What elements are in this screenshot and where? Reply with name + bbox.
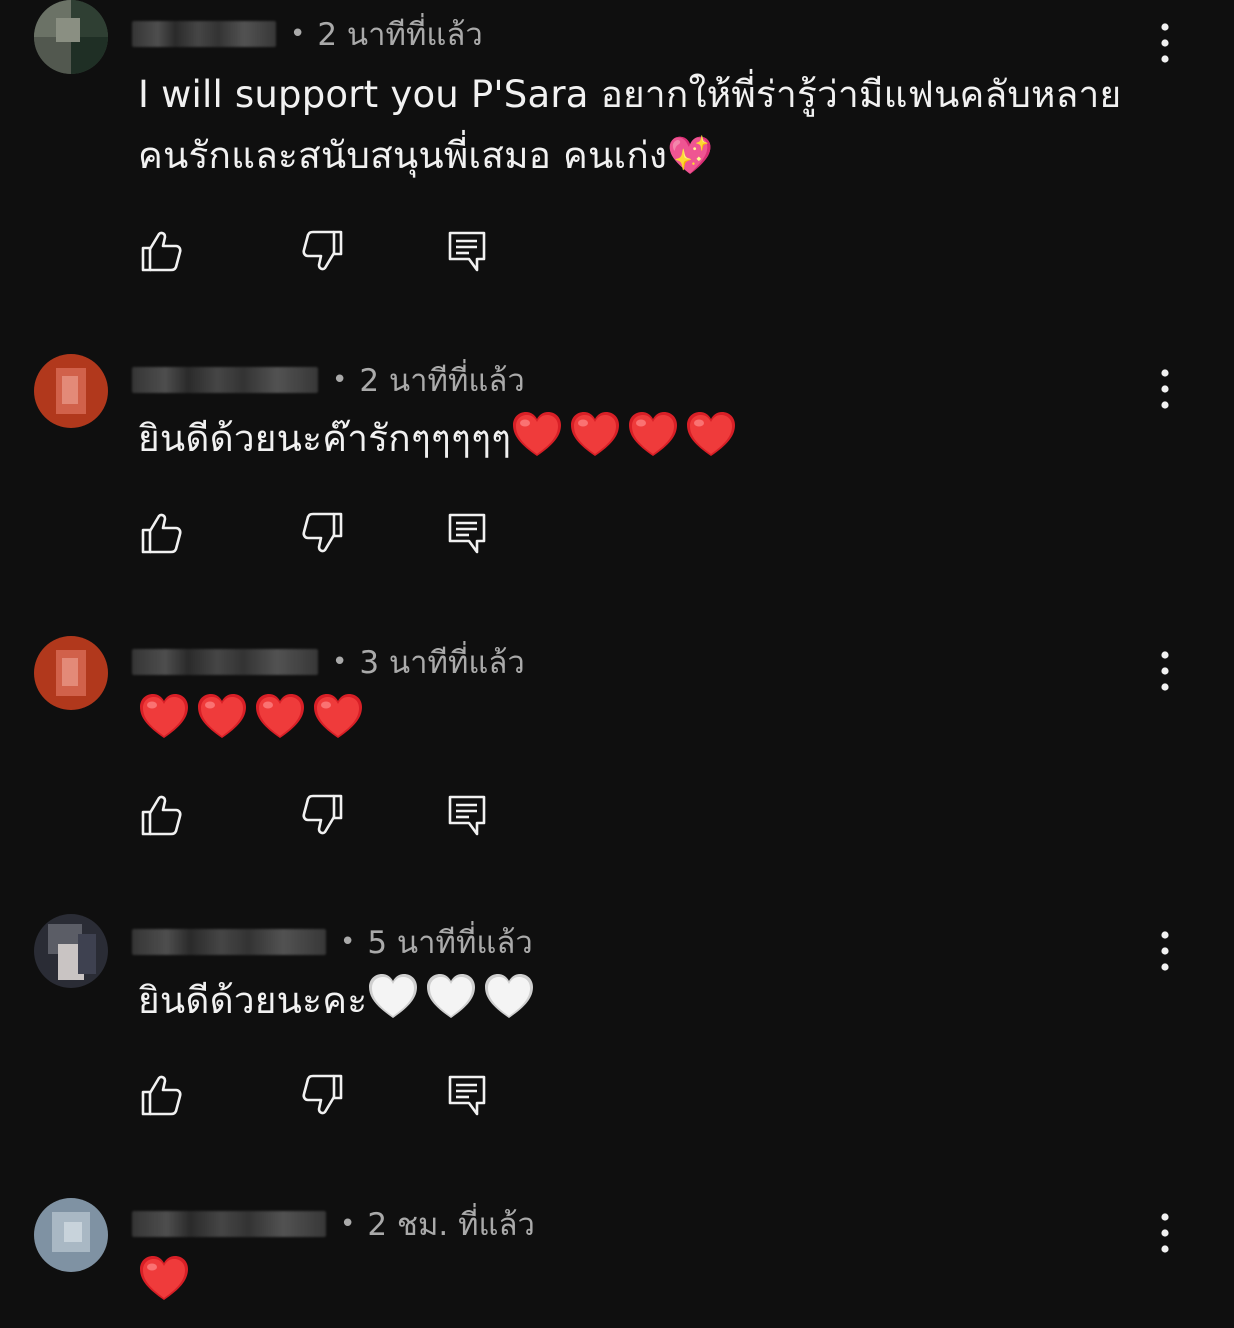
separator-dot: • xyxy=(332,365,348,395)
avatar[interactable] xyxy=(34,354,108,428)
comment-actions xyxy=(0,1072,600,1122)
avatar[interactable] xyxy=(34,636,108,710)
separator-dot: • xyxy=(332,647,348,677)
comment-text-content: ยินดีด้วยนะคะ xyxy=(138,979,368,1022)
more-vertical-icon xyxy=(1148,21,1182,65)
comment-text: ยินดีด้วยนะคะ xyxy=(138,970,1148,1031)
timestamp: 2 ชม. ที่แล้ว xyxy=(367,1207,535,1243)
more-vertical-icon xyxy=(1148,649,1182,693)
red-heart-emoji xyxy=(685,409,737,461)
red-heart-emoji xyxy=(138,691,190,743)
comment-actions xyxy=(0,792,600,842)
more-options-button[interactable] xyxy=(1148,929,1182,973)
red-heart-emoji xyxy=(254,691,306,743)
thumbs-down-icon xyxy=(300,792,346,838)
white-heart-emoji xyxy=(483,971,535,1023)
avatar[interactable] xyxy=(34,914,108,988)
avatar[interactable] xyxy=(34,0,108,74)
author-name-redacted[interactable] xyxy=(132,367,318,393)
timestamp: 5 นาทีที่แล้ว xyxy=(367,925,533,961)
dislike-button[interactable] xyxy=(300,792,346,838)
author-name-redacted[interactable] xyxy=(132,649,318,675)
red-heart-emoji xyxy=(511,409,563,461)
more-options-button[interactable] xyxy=(1148,649,1182,693)
comment-text: I will support you P'Sara อยากให้พี่ร่าร… xyxy=(138,64,1148,186)
timestamp: 2 นาทีที่แล้ว xyxy=(359,363,525,399)
white-heart-emoji xyxy=(367,971,419,1023)
timestamp: 2 นาทีที่แล้ว xyxy=(317,17,483,53)
red-heart-emoji xyxy=(196,691,248,743)
reply-icon xyxy=(444,510,490,556)
thumbs-up-icon xyxy=(138,510,184,556)
separator-dot: • xyxy=(340,1209,356,1239)
dislike-button[interactable] xyxy=(300,1072,346,1118)
avatar[interactable] xyxy=(34,1198,108,1272)
comment-meta: • 3 นาทีที่แล้ว xyxy=(132,642,525,682)
thumbs-down-icon xyxy=(300,228,346,274)
thumbs-down-icon xyxy=(300,510,346,556)
like-button[interactable] xyxy=(138,228,184,274)
comment-text-content: ยินดีด้วยนะค๊ารักๆๆๆๆๆ xyxy=(138,417,512,460)
white-heart-emoji xyxy=(425,971,477,1023)
comment-meta: • 2 นาทีที่แล้ว xyxy=(132,360,525,400)
reply-icon xyxy=(444,1072,490,1118)
reply-icon xyxy=(444,228,490,274)
comment-meta: • 2 ชม. ที่แล้ว xyxy=(132,1204,535,1244)
like-button[interactable] xyxy=(138,792,184,838)
reply-button[interactable] xyxy=(444,228,490,274)
dislike-button[interactable] xyxy=(300,228,346,274)
reply-button[interactable] xyxy=(444,792,490,838)
red-heart-emoji xyxy=(312,691,364,743)
author-name-redacted[interactable] xyxy=(132,929,326,955)
more-options-button[interactable] xyxy=(1148,367,1182,411)
comment-text: ยินดีด้วยนะค๊ารักๆๆๆๆๆ xyxy=(138,408,1148,469)
red-heart-emoji xyxy=(569,409,621,461)
reply-button[interactable] xyxy=(444,510,490,556)
thumbs-down-icon xyxy=(300,1072,346,1118)
more-options-button[interactable] xyxy=(1148,1211,1182,1255)
author-name-redacted[interactable] xyxy=(132,21,276,47)
more-vertical-icon xyxy=(1148,929,1182,973)
separator-dot: • xyxy=(340,927,356,957)
comment-text xyxy=(138,1252,1148,1313)
thumbs-up-icon xyxy=(138,792,184,838)
thumbs-up-icon xyxy=(138,228,184,274)
reply-icon xyxy=(444,792,490,838)
author-name-redacted[interactable] xyxy=(132,1211,326,1237)
like-button[interactable] xyxy=(138,1072,184,1118)
separator-dot: • xyxy=(290,19,306,49)
red-heart-emoji xyxy=(627,409,679,461)
comment-actions xyxy=(0,510,600,560)
more-vertical-icon xyxy=(1148,367,1182,411)
timestamp: 3 นาทีที่แล้ว xyxy=(359,645,525,681)
comment-actions xyxy=(0,228,600,278)
comment-meta: • 5 นาทีที่แล้ว xyxy=(132,922,533,962)
thumbs-up-icon xyxy=(138,1072,184,1118)
more-vertical-icon xyxy=(1148,1211,1182,1255)
comment-text-content: I will support you P'Sara อยากให้พี่ร่าร… xyxy=(138,73,1122,177)
dislike-button[interactable] xyxy=(300,510,346,556)
more-options-button[interactable] xyxy=(1148,21,1182,65)
reply-button[interactable] xyxy=(444,1072,490,1118)
like-button[interactable] xyxy=(138,510,184,556)
comment-meta: • 2 นาทีที่แล้ว xyxy=(132,14,483,54)
comment-text xyxy=(138,690,1148,751)
red-heart-emoji xyxy=(138,1253,190,1305)
